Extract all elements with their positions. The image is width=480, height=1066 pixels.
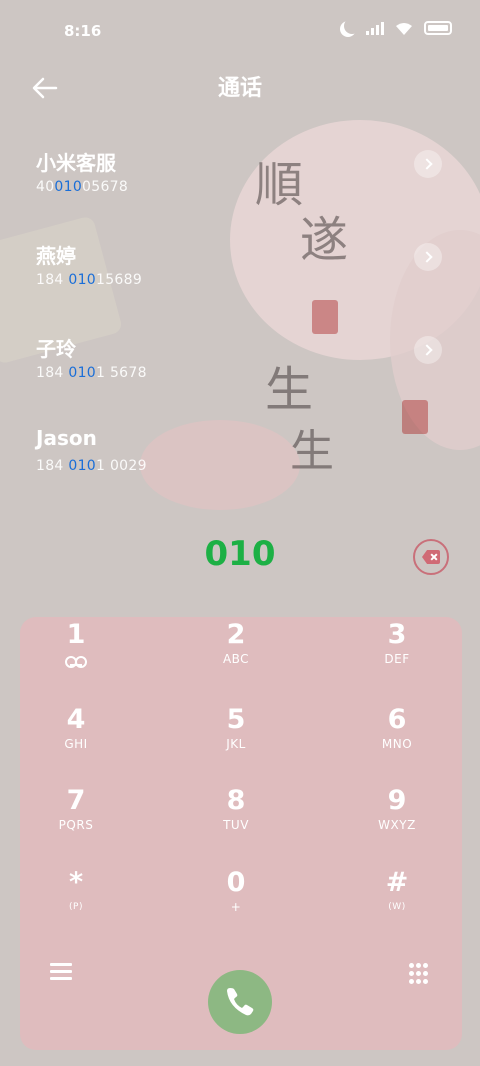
voicemail-icon bbox=[65, 656, 87, 668]
app-header: 通话 bbox=[0, 62, 480, 114]
phone-icon bbox=[227, 988, 254, 1016]
contact-name: 燕婷 bbox=[36, 244, 76, 268]
dialpad-toggle-button[interactable] bbox=[409, 963, 431, 985]
key-9[interactable]: 9 WXYZ bbox=[337, 785, 457, 865]
contact-number: 4001005678 bbox=[36, 179, 129, 195]
contact-name: 小米客服 bbox=[36, 151, 116, 175]
contact-number: 184 0101 0029 bbox=[36, 458, 147, 474]
key-star[interactable]: * (P) bbox=[20, 867, 136, 947]
dial-display: 010 bbox=[0, 520, 480, 596]
dialed-number[interactable]: 010 bbox=[0, 534, 480, 574]
status-time: 8:16 bbox=[64, 22, 102, 40]
contact-name: 子玲 bbox=[36, 337, 76, 361]
battery-icon bbox=[424, 21, 452, 35]
number-match-highlight: 010 bbox=[54, 179, 83, 195]
contact-result-row[interactable]: 小米客服 4001005678 bbox=[0, 117, 480, 210]
chevron-right-icon[interactable] bbox=[414, 243, 442, 271]
status-icons bbox=[340, 20, 452, 36]
contact-name: Jason bbox=[36, 426, 97, 450]
backspace-button[interactable] bbox=[413, 539, 449, 575]
menu-icon bbox=[50, 963, 72, 966]
page-title: 通话 bbox=[217, 76, 262, 101]
contact-result-row[interactable]: 子玲 184 0101 5678 bbox=[0, 303, 480, 396]
number-match-highlight: 010 bbox=[68, 365, 96, 381]
contact-number: 184 01015689 bbox=[36, 272, 143, 288]
chevron-right-icon[interactable] bbox=[414, 150, 442, 178]
signal-icon bbox=[366, 21, 384, 35]
key-2[interactable]: 2 ABC bbox=[176, 619, 296, 699]
menu-button[interactable] bbox=[50, 963, 72, 981]
moon-icon bbox=[344, 18, 360, 34]
wifi-icon bbox=[394, 21, 414, 35]
dialpad: 1 2 ABC 3 DEF 4 GHI 5 JKL 6 MNO 7 PQRS 8… bbox=[20, 617, 462, 1050]
key-6[interactable]: 6 MNO bbox=[337, 704, 457, 784]
backspace-icon bbox=[422, 550, 440, 564]
call-button[interactable] bbox=[208, 970, 272, 1034]
contact-result-row[interactable]: Jason 184 0101 0029 bbox=[0, 396, 480, 489]
key-4[interactable]: 4 GHI bbox=[20, 704, 136, 784]
number-match-highlight: 010 bbox=[68, 272, 96, 288]
contact-search-results: 小米客服 4001005678 燕婷 184 01015689 子玲 184 0… bbox=[0, 117, 480, 494]
status-bar: 8:16 bbox=[0, 0, 480, 62]
number-match-highlight: 010 bbox=[68, 458, 96, 474]
dialpad-icon bbox=[409, 963, 414, 968]
key-0[interactable]: 0 + bbox=[176, 867, 296, 947]
contact-result-row[interactable]: 燕婷 184 01015689 bbox=[0, 210, 480, 303]
contact-number: 184 0101 5678 bbox=[36, 365, 147, 381]
key-8[interactable]: 8 TUV bbox=[176, 785, 296, 865]
key-7[interactable]: 7 PQRS bbox=[20, 785, 136, 865]
chevron-right-icon[interactable] bbox=[414, 336, 442, 364]
key-3[interactable]: 3 DEF bbox=[337, 619, 457, 699]
key-5[interactable]: 5 JKL bbox=[176, 704, 296, 784]
key-hash[interactable]: # (W) bbox=[337, 867, 457, 947]
key-1[interactable]: 1 bbox=[20, 619, 136, 699]
